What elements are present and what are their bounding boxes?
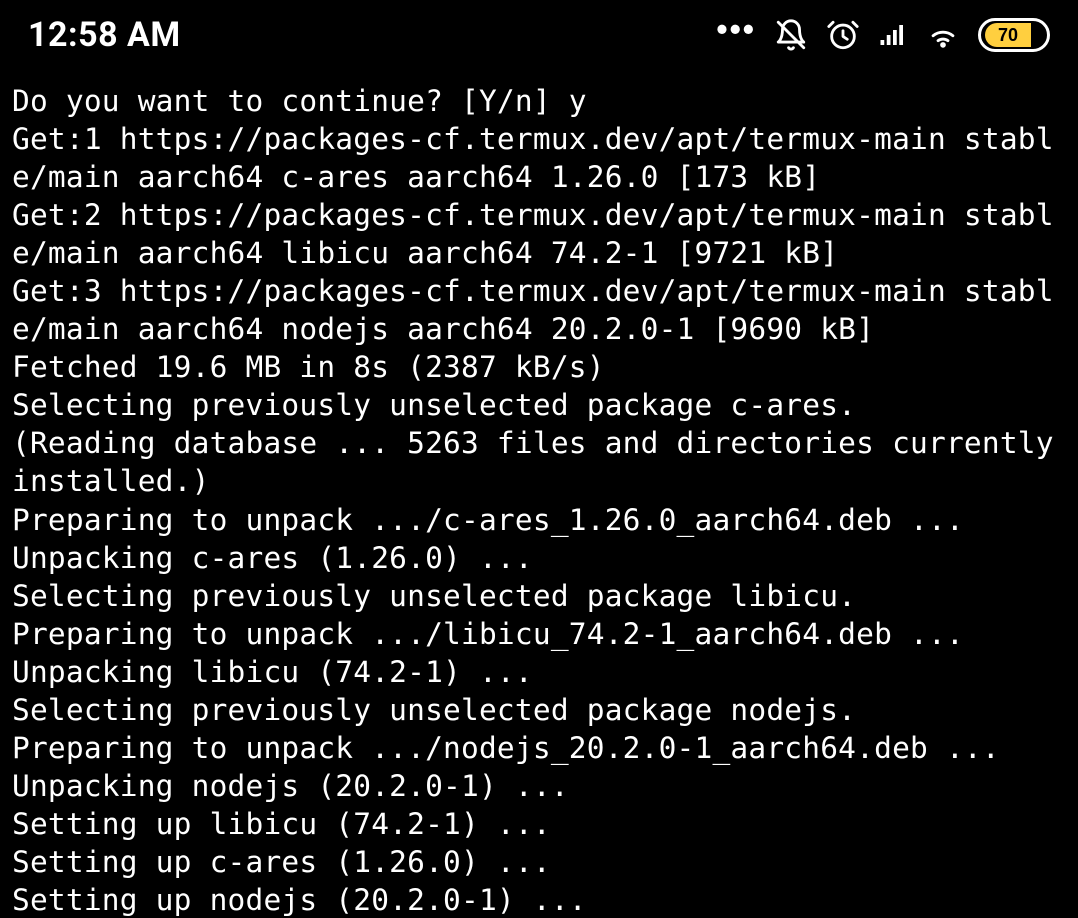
battery-level: 70 <box>985 23 1031 47</box>
signal-icon <box>878 20 908 50</box>
battery-indicator: 70 <box>978 18 1050 52</box>
bell-muted-icon <box>774 18 808 52</box>
terminal-output[interactable]: Do you want to continue? [Y/n] y Get:1 h… <box>0 70 1078 918</box>
status-time: 12:58 AM <box>28 15 181 55</box>
alarm-icon <box>826 18 860 52</box>
wifi-icon <box>926 18 960 52</box>
status-icons: ••• <box>716 18 1050 52</box>
status-bar: 12:58 AM ••• <box>0 0 1078 70</box>
more-dots-icon: ••• <box>716 13 756 45</box>
